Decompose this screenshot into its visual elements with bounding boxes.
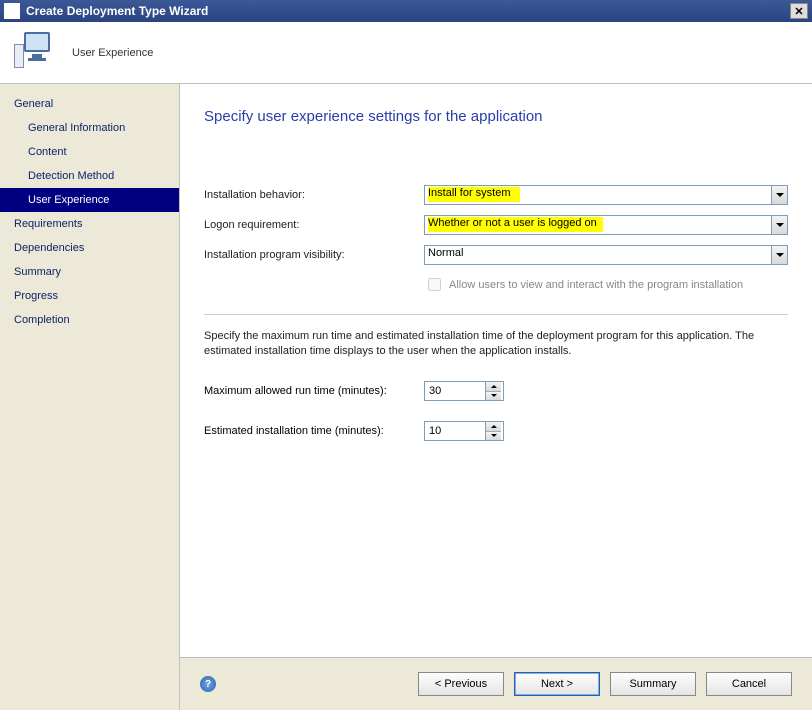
allow-interact-checkbox: [428, 278, 441, 291]
sidebar-item-general-info[interactable]: General Information: [0, 116, 179, 140]
main-panel: Specify user experience settings for the…: [180, 84, 812, 710]
previous-button[interactable]: < Previous: [418, 672, 504, 696]
sidebar-item-dependencies[interactable]: Dependencies: [0, 236, 179, 260]
logon-req-label: Logon requirement:: [204, 219, 424, 231]
next-button[interactable]: Next >: [514, 672, 600, 696]
close-button[interactable]: ✕: [790, 3, 808, 19]
titlebar: Create Deployment Type Wizard ✕: [0, 0, 812, 22]
step-label: User Experience: [72, 47, 153, 59]
est-time-label: Estimated installation time (minutes):: [204, 425, 424, 437]
install-behavior-label: Installation behavior:: [204, 189, 424, 201]
help-icon[interactable]: ?: [200, 676, 216, 692]
app-icon: [4, 3, 20, 19]
cancel-button[interactable]: Cancel: [706, 672, 792, 696]
page-title: Specify user experience settings for the…: [204, 108, 788, 125]
sidebar-item-general[interactable]: General: [0, 92, 179, 116]
computer-icon: [14, 32, 56, 74]
logon-req-select[interactable]: Whether or not a user is logged on: [424, 215, 788, 235]
sidebar-item-completion[interactable]: Completion: [0, 308, 179, 332]
install-behavior-select[interactable]: Install for system: [424, 185, 788, 205]
wizard-header: User Experience: [0, 22, 812, 84]
sidebar-item-progress[interactable]: Progress: [0, 284, 179, 308]
est-time-input[interactable]: [425, 422, 485, 440]
wizard-footer: ? < Previous Next > Summary Cancel: [180, 657, 812, 710]
sidebar-item-user-experience[interactable]: User Experience: [0, 188, 179, 212]
sidebar-item-summary[interactable]: Summary: [0, 260, 179, 284]
sidebar-item-content[interactable]: Content: [0, 140, 179, 164]
visibility-select[interactable]: Normal: [424, 245, 788, 265]
visibility-label: Installation program visibility:: [204, 249, 424, 261]
sidebar-item-requirements[interactable]: Requirements: [0, 212, 179, 236]
spin-down-icon[interactable]: [486, 432, 501, 441]
sidebar-item-detection[interactable]: Detection Method: [0, 164, 179, 188]
spin-down-icon[interactable]: [486, 392, 501, 401]
max-runtime-input[interactable]: [425, 382, 485, 400]
max-runtime-spinner[interactable]: [424, 381, 504, 401]
window-title: Create Deployment Type Wizard: [26, 4, 208, 18]
est-time-spinner[interactable]: [424, 421, 504, 441]
spin-up-icon[interactable]: [486, 422, 501, 432]
spin-up-icon[interactable]: [486, 382, 501, 392]
allow-interact-label: Allow users to view and interact with th…: [449, 279, 743, 291]
divider: [204, 314, 788, 315]
runtime-description: Specify the maximum run time and estimat…: [204, 329, 788, 359]
summary-button[interactable]: Summary: [610, 672, 696, 696]
max-runtime-label: Maximum allowed run time (minutes):: [204, 385, 424, 397]
wizard-sidebar: General General Information Content Dete…: [0, 84, 180, 710]
